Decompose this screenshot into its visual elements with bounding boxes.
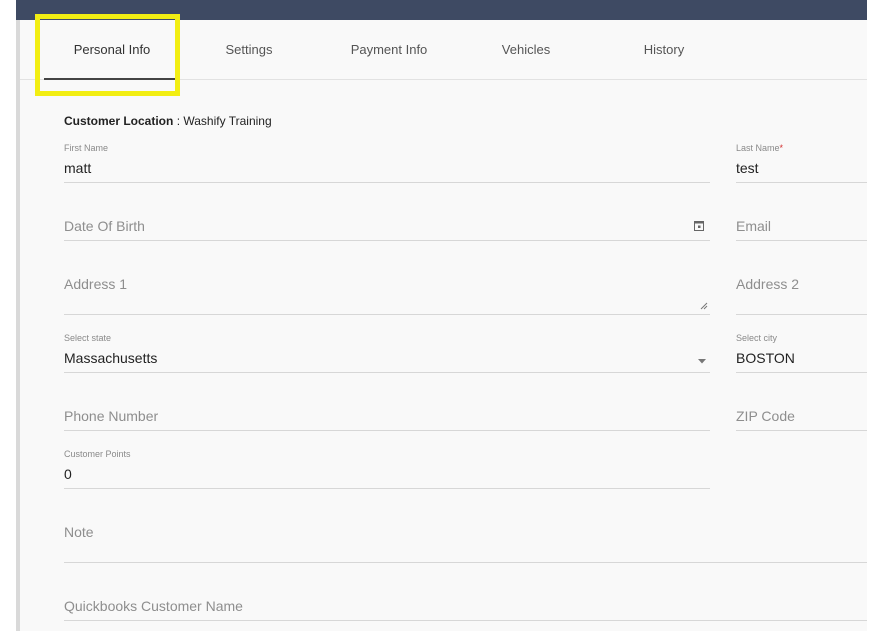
zip-placeholder: ZIP Code — [736, 408, 795, 424]
tab-label: History — [643, 42, 685, 57]
customer-location-value: Washify Training — [183, 114, 272, 128]
city-value: BOSTON — [736, 350, 795, 366]
field-underline — [64, 430, 710, 431]
field-underline — [736, 372, 867, 373]
last-name-label-text: Last Name — [736, 143, 780, 153]
tab-payment-info[interactable]: Payment Info — [330, 20, 448, 79]
address2-field[interactable]: Address 2 — [736, 272, 867, 315]
field-underline — [64, 488, 710, 489]
tab-label: Personal Info — [73, 42, 151, 57]
field-underline — [64, 562, 867, 563]
last-name-field[interactable]: Last Name* test — [736, 141, 867, 183]
customer-location-separator: : — [176, 114, 181, 128]
field-underline — [64, 314, 710, 315]
field-underline — [736, 430, 867, 431]
phone-placeholder: Phone Number — [64, 408, 159, 424]
active-tab-indicator — [44, 78, 180, 80]
resize-handle-icon[interactable] — [700, 301, 708, 313]
field-underline — [64, 372, 710, 373]
field-underline — [64, 620, 867, 621]
first-name-field[interactable]: First Name matt — [64, 141, 710, 183]
address1-placeholder: Address 1 — [64, 276, 128, 292]
customer-points-label: Customer Points — [64, 449, 131, 459]
date-of-birth-field[interactable]: Date Of Birth — [64, 214, 710, 241]
field-underline — [736, 182, 867, 183]
tab-label: Settings — [225, 42, 273, 57]
first-name-label: First Name — [64, 143, 109, 153]
calendar-icon[interactable] — [694, 220, 704, 234]
customer-points-field[interactable]: Customer Points 0 — [64, 447, 710, 489]
note-field[interactable]: Note — [64, 520, 867, 563]
customer-location: Customer Location : Washify Training — [64, 114, 272, 128]
dropdown-arrow-icon[interactable] — [698, 355, 706, 367]
first-name-value: matt — [64, 160, 92, 176]
state-select[interactable]: Select state Massachusetts — [64, 331, 710, 373]
quickbooks-customer-name-field[interactable]: Quickbooks Customer Name — [64, 594, 867, 621]
note-placeholder: Note — [64, 524, 94, 540]
address1-field[interactable]: Address 1 — [64, 272, 710, 315]
tab-label: Vehicles — [501, 42, 551, 57]
address2-placeholder: Address 2 — [736, 276, 800, 292]
tab-personal-info[interactable]: Personal Info — [44, 20, 180, 80]
email-placeholder: Email — [736, 218, 772, 234]
customer-location-label: Customer Location — [64, 114, 174, 128]
city-select[interactable]: Select city BOSTON — [736, 331, 867, 373]
state-label: Select state — [64, 333, 112, 343]
field-underline — [736, 240, 867, 241]
date-of-birth-placeholder: Date Of Birth — [64, 218, 145, 234]
state-value: Massachusetts — [64, 350, 158, 366]
field-underline — [64, 182, 710, 183]
last-name-label: Last Name* — [736, 143, 783, 153]
required-marker: * — [779, 143, 784, 153]
email-field[interactable]: Email — [736, 214, 867, 241]
tab-label: Payment Info — [350, 42, 428, 57]
tab-vehicles[interactable]: Vehicles — [467, 20, 585, 79]
tab-history[interactable]: History — [605, 20, 723, 79]
zip-code-field[interactable]: ZIP Code — [736, 404, 867, 431]
field-underline — [64, 240, 710, 241]
customer-points-value: 0 — [64, 466, 72, 482]
last-name-value: test — [736, 160, 759, 176]
quickbooks-placeholder: Quickbooks Customer Name — [64, 598, 243, 614]
city-label: Select city — [736, 333, 778, 343]
field-underline — [736, 314, 867, 315]
tab-settings[interactable]: Settings — [190, 20, 308, 79]
top-banner — [16, 0, 867, 20]
phone-number-field[interactable]: Phone Number — [64, 404, 710, 431]
